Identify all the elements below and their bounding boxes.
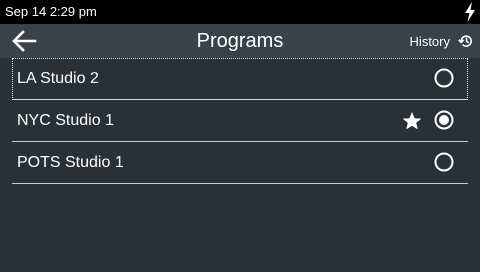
- program-name: POTS Studio 1: [17, 154, 124, 171]
- radio-unselected-icon[interactable]: [434, 152, 454, 172]
- back-button[interactable]: [8, 27, 40, 55]
- program-list: LA Studio 2 NYC Studio 1 POTS Studio 1: [12, 58, 468, 184]
- history-button[interactable]: History: [410, 28, 478, 54]
- history-icon: [458, 35, 472, 47]
- lightning-bolt-icon: [465, 2, 475, 22]
- status-bar: Sep 14 2:29 pm: [0, 0, 480, 24]
- star-icon: [402, 112, 422, 130]
- header-bar: Programs History: [0, 24, 480, 58]
- arrow-left-icon: [12, 30, 37, 52]
- radio-selected-icon[interactable]: [434, 110, 454, 130]
- program-row-la-studio-2[interactable]: LA Studio 2: [12, 58, 468, 100]
- program-row-nyc-studio-1[interactable]: NYC Studio 1: [12, 100, 468, 142]
- program-row-pots-studio-1[interactable]: POTS Studio 1: [12, 142, 468, 184]
- program-name: NYC Studio 1: [17, 112, 114, 129]
- page-title: Programs: [196, 30, 284, 52]
- status-time: Sep 14 2:29 pm: [5, 4, 97, 19]
- history-label: History: [409, 33, 450, 49]
- radio-unselected-icon[interactable]: [434, 68, 454, 88]
- program-name: LA Studio 2: [17, 70, 99, 87]
